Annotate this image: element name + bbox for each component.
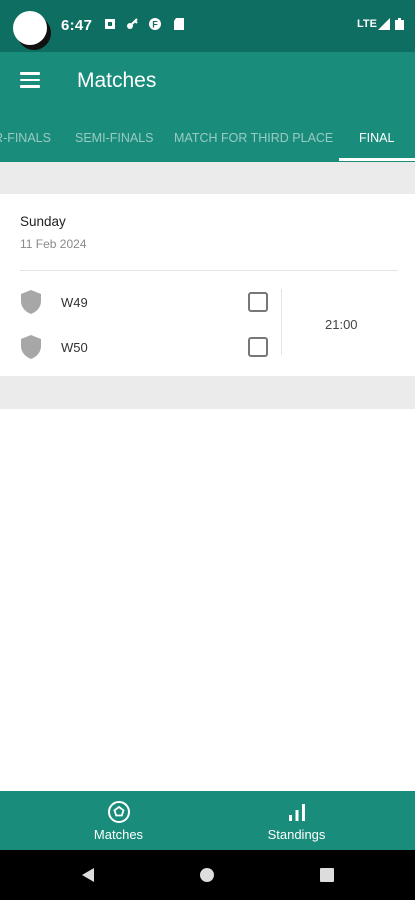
bottom-spacer [0, 376, 415, 409]
signal-icon [378, 18, 390, 30]
sd-card-icon [174, 18, 184, 30]
home-icon[interactable] [199, 867, 215, 883]
key-icon [127, 18, 138, 29]
status-time: 6:47 [61, 17, 93, 34]
bottom-navigation: Matches Standings [0, 791, 415, 850]
hamburger-menu-icon[interactable] [20, 72, 40, 88]
soccer-ball-icon [108, 801, 130, 823]
home-team-name: W49 [61, 295, 88, 310]
match-date: 11 Feb 2024 [20, 237, 87, 251]
home-team-checkbox[interactable] [248, 292, 268, 312]
match-day: Sunday [20, 214, 66, 229]
back-icon[interactable] [80, 867, 96, 883]
match-time: 21:00 [325, 317, 358, 332]
status-bar: 6:47 F LTE [0, 0, 415, 52]
tab-third-place[interactable]: MATCH FOR THIRD PLACE [174, 112, 333, 162]
nav-matches-label: Matches [93, 827, 144, 842]
tab-semi-finals[interactable]: SEMI-FINALS [75, 112, 154, 162]
round-tabs: R-FINALS SEMI-FINALS MATCH FOR THIRD PLA… [0, 112, 415, 162]
battery-icon [395, 18, 404, 30]
tab-quarter-finals[interactable]: R-FINALS [0, 112, 51, 162]
top-spacer [0, 162, 415, 194]
match-day-card: Sunday 11 Feb 2024 W49 W50 21:00 [0, 194, 415, 376]
recents-icon[interactable] [319, 867, 335, 883]
nav-standings-label: Standings [267, 827, 326, 842]
page-title: Matches [77, 69, 157, 92]
nav-matches[interactable]: Matches [15, 791, 222, 850]
shield-icon [21, 290, 41, 314]
vertical-divider [281, 289, 282, 355]
system-navigation-bar [0, 850, 415, 900]
away-team-checkbox[interactable] [248, 337, 268, 357]
tab-final[interactable]: FINAL [359, 112, 394, 162]
active-tab-indicator [339, 158, 415, 161]
app-f-icon: F [149, 18, 161, 30]
app-bar: Matches [0, 52, 415, 112]
svg-text:F: F [152, 20, 158, 30]
notification-square-icon [105, 19, 115, 29]
network-type: LTE [357, 18, 377, 30]
camera-cutout [13, 11, 47, 45]
nav-standings[interactable]: Standings [193, 791, 400, 850]
away-team-name: W50 [61, 340, 88, 355]
shield-icon [21, 335, 41, 359]
divider [20, 270, 398, 271]
bar-chart-icon [289, 804, 305, 821]
